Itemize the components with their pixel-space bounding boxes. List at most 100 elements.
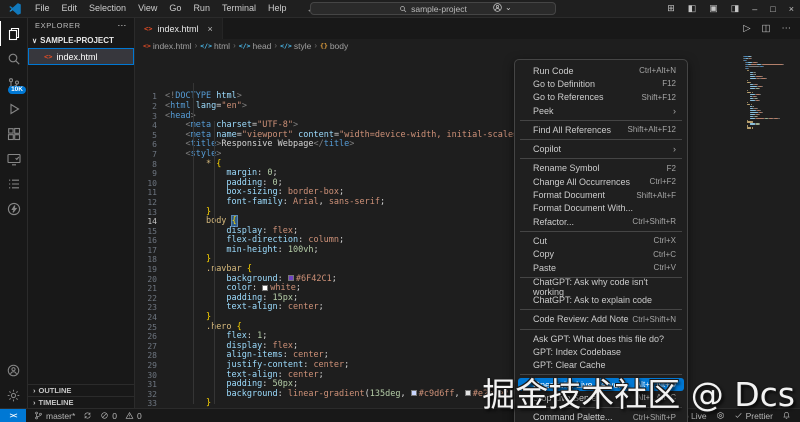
toggle-sidebar-icon[interactable]: ◧ (688, 3, 697, 14)
status-warnings[interactable]: 0 (125, 411, 142, 421)
watermark-text: 掘金技术社区 @ Dcs (482, 375, 795, 414)
close-tab-icon[interactable]: × (207, 24, 212, 34)
minimap-segment (760, 93, 761, 96)
more-actions-icon[interactable]: ⋯ (117, 20, 127, 31)
menu-run[interactable]: Run (187, 0, 216, 17)
menu-view[interactable]: View (132, 0, 163, 17)
context-menu-item-refactor[interactable]: Refactor... Ctrl+Shift+R (518, 215, 684, 228)
context-menu-item-code-review-add-note[interactable]: Code Review: Add Note Ctrl+Shift+N (518, 313, 684, 326)
menu-terminal[interactable]: Terminal (216, 0, 262, 17)
line-number: 24 (147, 313, 157, 323)
toggle-secondary-sidebar-icon[interactable]: ◨ (731, 3, 740, 14)
run-debug-icon (9, 103, 20, 114)
menu-file[interactable]: File (29, 0, 56, 17)
menu-separator (520, 230, 682, 232)
status-errors[interactable]: 0 (100, 411, 117, 421)
activity-extensions[interactable] (0, 121, 27, 146)
account-menu[interactable]: ⌄ (492, 2, 512, 13)
code-line[interactable]: 2 <html lang="en"> (135, 101, 800, 112)
line-number: 18 (147, 255, 157, 265)
context-menu-item-rename-symbol[interactable]: Rename Symbol F2 (518, 162, 684, 175)
breadcrumb-head[interactable]: </> head (239, 41, 272, 51)
status-sync[interactable] (83, 411, 92, 420)
context-menu-item-peek[interactable]: Peek › (518, 104, 684, 117)
command-center-search[interactable]: sample-project (310, 2, 556, 15)
more-actions-icon[interactable]: ⋯ (782, 23, 792, 34)
code-line[interactable]: 23 text-align: center; (135, 303, 800, 313)
context-menu-item-format-document[interactable]: Format Document Shift+Alt+F (518, 188, 684, 201)
code-token: ; (272, 168, 278, 179)
code-line[interactable]: 12 font-family: Arial, sans-serif; (135, 197, 800, 208)
tab-index-html[interactable]: <> index.html × (135, 18, 223, 39)
code-token: "width=device-width, initial-scale=1.0" (339, 129, 539, 140)
activity-accounts[interactable] (0, 358, 27, 383)
activity-settings[interactable] (0, 383, 27, 408)
run-code-icon[interactable]: ▷ (743, 23, 750, 34)
context-menu-item-copilot[interactable]: Copilot › (518, 142, 684, 155)
line-number: 20 (147, 274, 157, 284)
breadcrumb-index.html[interactable]: <> index.html (143, 41, 192, 51)
activity-live-preview[interactable] (0, 146, 27, 171)
code-token: display (226, 340, 263, 351)
menu-edit[interactable]: Edit (56, 0, 84, 17)
status-branch[interactable]: master* (34, 411, 75, 421)
timeline-panel-header[interactable]: › TIMELINE (28, 396, 134, 408)
status-left: master* 0 0 (26, 411, 142, 421)
menu-go[interactable]: Go (163, 0, 187, 17)
context-menu-item-chatgpt-ask-why-code-isn-t-working[interactable]: ChatGPT: Ask why code isn't working (518, 277, 684, 297)
context-menu-item-go-to-definition[interactable]: Go to Definition F12 (518, 77, 684, 90)
toggle-panel-icon[interactable]: ▣ (709, 3, 718, 14)
minimap-segment (749, 123, 755, 125)
code-line[interactable]: 17 min-height: 100vh; (135, 245, 800, 256)
breadcrumb-body[interactable]: {} body (320, 41, 348, 51)
context-menu-item-format-document-with[interactable]: Format Document With... (518, 202, 684, 215)
code-token: margin (226, 168, 258, 179)
code-token: 15px (272, 292, 293, 303)
minimap[interactable] (743, 56, 793, 129)
context-menu-item-copy[interactable]: Copy Ctrl+C (518, 248, 684, 261)
code-line[interactable]: 6 <title>Responsive Webpage</title> (135, 140, 800, 150)
breadcrumb-separator: › (233, 41, 236, 50)
minimize-button[interactable]: – (752, 4, 757, 14)
context-menu-item-gpt-index-codebase[interactable]: GPT: Index Codebase (518, 345, 684, 358)
split-editor-icon[interactable]: ◫ (762, 23, 771, 34)
context-menu-item-ask-gpt-what-does-this-file-do[interactable]: Ask GPT: What does this file do? (518, 332, 684, 345)
activity-search[interactable] (0, 46, 27, 71)
menu-selection[interactable]: Selection (83, 0, 132, 17)
activity-explorer[interactable] (0, 21, 27, 46)
activity-thunder-client[interactable] (0, 196, 27, 221)
breadcrumb-style[interactable]: </> style (280, 41, 311, 51)
activity-test-explorer[interactable] (0, 171, 27, 196)
context-menu-item-change-all-occurrences[interactable]: Change All Occurrences Ctrl+F2 (518, 175, 684, 188)
code-editor[interactable]: 1<!DOCTYPE html>2<html lang="en">3<head>… (135, 52, 800, 408)
context-menu-item-go-to-references[interactable]: Go to References Shift+F12 (518, 91, 684, 104)
code-token: flex (226, 331, 247, 342)
code-token: : (277, 388, 288, 399)
context-menu-item-find-all-references[interactable]: Find All References Shift+Alt+F12 (518, 123, 684, 136)
code-token: text-align (226, 302, 278, 313)
customize-layout-icon[interactable]: ⊞ (667, 3, 675, 14)
activity-source-control[interactable]: 10K (0, 71, 27, 96)
explorer-sidebar: EXPLORER ⋯ ∨ SAMPLE-PROJECT <> index.html… (28, 18, 135, 408)
context-menu-item-run-code[interactable]: Run Code Ctrl+Alt+N (518, 64, 684, 77)
breadcrumb-html[interactable]: </> html (200, 41, 230, 51)
file-item-index.html[interactable]: <> index.html (28, 48, 134, 65)
remote-indicator[interactable]: >< (0, 408, 26, 422)
context-menu-item-cut[interactable]: Cut Ctrl+X (518, 234, 684, 247)
close-button[interactable]: × (789, 4, 794, 14)
code-token: > (349, 139, 355, 150)
restore-button[interactable]: □ (770, 4, 775, 14)
code-token: ; (339, 235, 345, 246)
code-token: , (400, 388, 411, 399)
code-line[interactable]: 7 <style> (135, 149, 800, 160)
context-menu-item-paste[interactable]: Paste Ctrl+V (518, 261, 684, 274)
code-token: > (236, 91, 242, 102)
menu-item-label: Format Document (533, 190, 606, 201)
outline-panel-header[interactable]: › OUTLINE (28, 384, 134, 396)
activity-run-debug[interactable] (0, 96, 27, 121)
menu-help[interactable]: Help (262, 0, 293, 17)
project-section-header[interactable]: ∨ SAMPLE-PROJECT (28, 33, 134, 48)
